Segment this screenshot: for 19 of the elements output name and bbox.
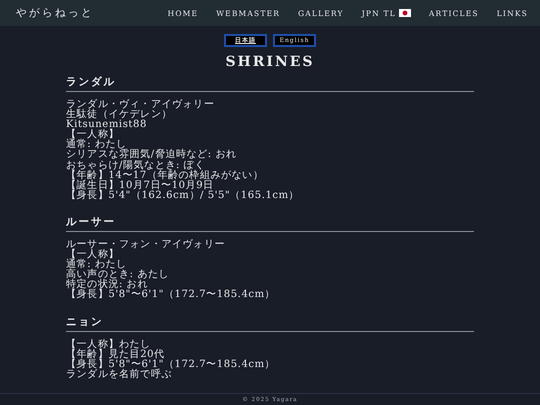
site-title[interactable]: やがらねっと xyxy=(16,6,94,20)
profile-line: ルーサー・フォン・アイヴォリー xyxy=(66,240,226,250)
profile-line: 【誕生日】10月7日〜10月9日 xyxy=(66,180,214,191)
page-title: SHRINES xyxy=(225,54,315,70)
profile-line: ランダルを名前で呼ぶ xyxy=(66,370,172,380)
profile-line: 【年齢】14〜17（年齢の枠組みがない） xyxy=(66,170,264,181)
profile-line: 【年齢】見た目20代 xyxy=(66,350,166,360)
profile-line: シリアスな雰囲気/脅迫時など: おれ xyxy=(66,150,238,160)
profile-line: 生駄徒（イケデレン） xyxy=(66,110,173,120)
profile-line: 通常: わたし xyxy=(66,140,127,150)
profile-line: 【身長】5'8"〜6'1"（172.7〜185.4cm） xyxy=(66,290,276,300)
profile-line: 【身長】5'8"〜6'1"（172.7〜185.4cm） xyxy=(66,360,276,370)
profile-line: ランダル・ヴィ・アイヴォリー xyxy=(66,100,216,110)
profile-line: 【身長】5'4"（162.6cm）/ 5'5"（165.1cm） xyxy=(66,190,300,201)
profile-line: おちゃらけ/陽気なとき: ぼく xyxy=(66,160,205,171)
section-heading: ルーサー xyxy=(66,214,474,232)
section-heading: ニョン xyxy=(66,314,474,332)
profile-line: 【一人称】わたし xyxy=(66,340,152,350)
section-heading: ランダル xyxy=(66,75,474,92)
